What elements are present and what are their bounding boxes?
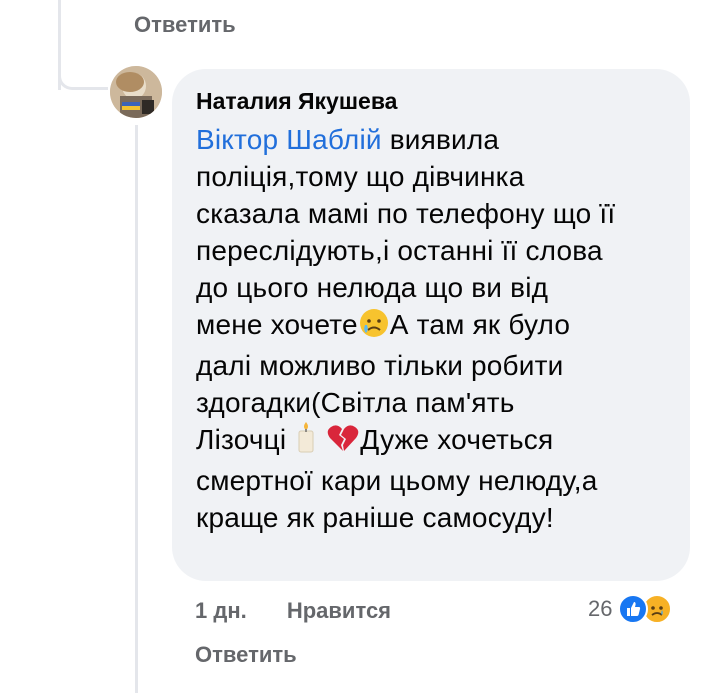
reply-link[interactable]: Ответить xyxy=(195,642,297,668)
previous-reply-link[interactable]: Ответить xyxy=(134,12,236,38)
comment-line: Дуже хочеться xyxy=(360,424,554,455)
thread-line-child xyxy=(135,125,138,693)
comment-line: Лізочці xyxy=(196,424,287,455)
comment-actions: 1 дн. Нравится xyxy=(195,598,425,624)
reaction-count: 26 xyxy=(588,596,613,621)
comment-line: сказала мамі по телефону що її xyxy=(196,198,616,229)
comment-line: далі можливо тільки робити xyxy=(196,350,564,381)
broken-heart-emoji-icon xyxy=(327,423,359,462)
comment-line: краще як раніше самосуду! xyxy=(196,502,554,533)
like-icon xyxy=(618,594,649,624)
comment-line: виявила xyxy=(381,124,500,155)
comment-text: Віктор Шаблій виявила поліція,тому що ді… xyxy=(196,121,666,536)
comment-line: мене хочете xyxy=(196,309,358,340)
comment-line: до цього нелюда що ви від xyxy=(196,272,549,303)
thread-connector xyxy=(58,66,108,90)
comment-bubble: Наталия Якушева Віктор Шаблій виявила по… xyxy=(172,69,690,581)
mention-link[interactable]: Віктор Шаблій xyxy=(196,124,382,155)
like-button[interactable]: Нравится xyxy=(287,598,391,623)
comment-line: смертної кари цьому нелюду,а xyxy=(196,465,598,496)
comment-line: переслідують,і останні її слова xyxy=(196,235,603,266)
comment-timestamp[interactable]: 1 дн. xyxy=(195,598,247,623)
crying-face-emoji-icon xyxy=(359,308,389,347)
avatar[interactable] xyxy=(110,66,162,118)
avatar-image xyxy=(110,66,162,118)
comment-author[interactable]: Наталия Якушева xyxy=(196,87,666,115)
reaction-summary[interactable]: 26 xyxy=(588,594,673,624)
candle-emoji-icon xyxy=(295,421,317,462)
comment-line: поліція,тому що дівчинка xyxy=(196,161,525,192)
comment-line: здогадки(Світла пам'ять xyxy=(196,387,515,418)
comment-line: А там як було xyxy=(389,309,571,340)
